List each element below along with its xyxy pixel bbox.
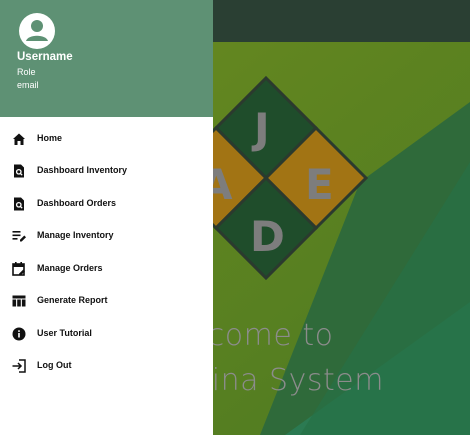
- nav-item-label: Home: [37, 133, 63, 143]
- page-search-icon: [14, 164, 24, 178]
- nav-item-label: Generate Report: [37, 295, 108, 305]
- calendar-edit-icon: [12, 262, 25, 276]
- page-search-icon: [14, 197, 24, 211]
- role-label: Role: [17, 67, 36, 77]
- nav-item-label: User Tutorial: [37, 328, 92, 338]
- logo-letter-e: E: [305, 160, 334, 209]
- nav-item-manage-orders[interactable]: Manage Orders: [0, 255, 213, 283]
- navigation-drawer: Username Role email Home Dashboard Inven…: [0, 0, 213, 435]
- nav-item-label: Log Out: [37, 360, 72, 370]
- info-icon: [12, 327, 26, 341]
- nav-item-manage-inventory[interactable]: Manage Inventory: [0, 222, 213, 250]
- nav-item-dashboard-orders[interactable]: Dashboard Orders: [0, 190, 213, 218]
- username-label: Username: [17, 51, 73, 63]
- avatar-icon: [19, 13, 55, 49]
- nav-item-label: Manage Orders: [37, 263, 103, 273]
- nav-item-generate-report[interactable]: Generate Report: [0, 287, 213, 315]
- nav-item-home[interactable]: Home: [0, 125, 213, 153]
- nav-item-label: Dashboard Inventory: [37, 165, 128, 175]
- email-label: email: [17, 80, 39, 90]
- nav-item-label: Dashboard Orders: [37, 198, 117, 208]
- list-edit-icon: [12, 231, 26, 242]
- logo-letter-j: J: [254, 104, 270, 153]
- logo-letter-d: D: [250, 212, 285, 261]
- nav-item-log-out[interactable]: Log Out: [0, 352, 213, 380]
- home-icon: [13, 133, 25, 145]
- nav-item-user-tutorial[interactable]: User Tutorial: [0, 320, 213, 348]
- table-icon: [12, 295, 26, 307]
- nav-item-label: Manage Inventory: [37, 230, 114, 240]
- nav-item-dashboard-inventory[interactable]: Dashboard Inventory: [0, 157, 213, 185]
- drawer-header: Username Role email: [0, 0, 213, 117]
- logout-icon: [12, 359, 26, 373]
